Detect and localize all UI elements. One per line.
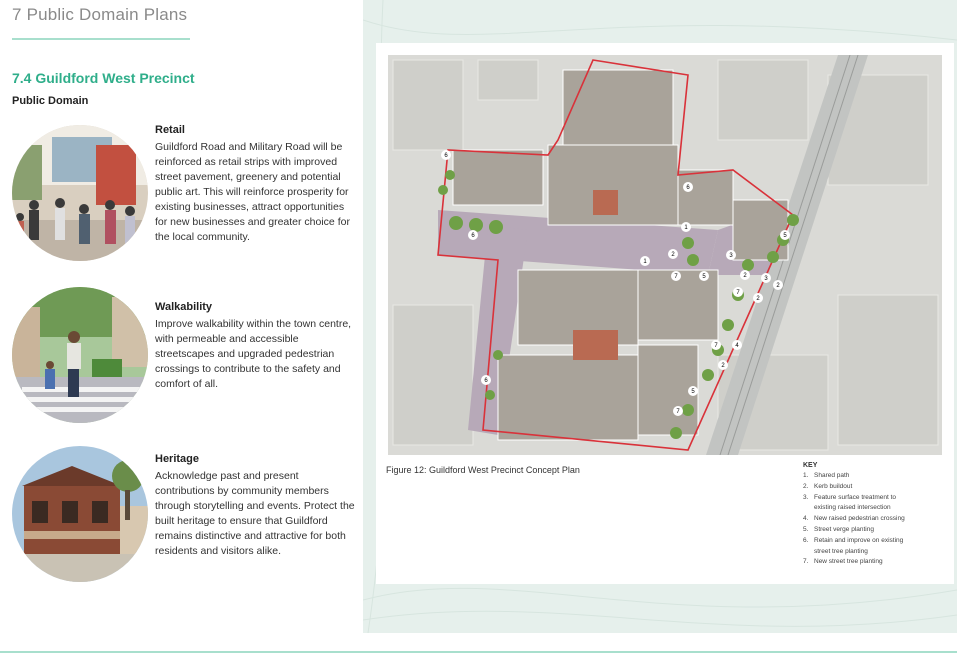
map-marker: 1 xyxy=(640,256,650,266)
map-marker: 2 xyxy=(740,270,750,280)
page-header: 7 Public Domain Plans xyxy=(12,5,188,24)
key-item: 1. Shared path xyxy=(803,472,850,479)
subsection-title: Public Domain xyxy=(12,95,89,107)
map-marker: 5 xyxy=(780,230,790,240)
map-marker: 1 xyxy=(681,222,691,232)
retail-body: Guildford Road and Military Road will be… xyxy=(155,141,350,243)
walkability-body: Improve walkability within the town cent… xyxy=(155,318,352,390)
retail-heading: Retail xyxy=(155,124,185,136)
map-marker: 7 xyxy=(673,406,683,416)
heritage-heading: Heritage xyxy=(155,453,200,465)
section-title: 7.4 Guildford West Precinct xyxy=(12,70,195,86)
heritage-body: Acknowledge past and present contributio… xyxy=(155,470,355,557)
map-marker: 3 xyxy=(761,273,771,283)
map-marker: 6 xyxy=(441,150,451,160)
walkability-text: Walkability Improve walkability within t… xyxy=(155,301,355,392)
key-item: 6. Retain and improve on existing xyxy=(803,536,904,544)
key-item: street tree planting xyxy=(814,547,868,555)
map-marker: 3 xyxy=(726,250,736,260)
header-divider xyxy=(12,38,190,40)
map-marker: 2 xyxy=(773,280,783,290)
key-item: existing raised intersection xyxy=(814,504,891,512)
heritage-text: Heritage Acknowledge past and present co… xyxy=(155,453,355,559)
concept-plan-map: 6 6 6 6 1 1 2 2 2 2 2 3 3 4 5 5 5 7 7 7 xyxy=(388,55,942,455)
walkability-photo xyxy=(12,287,148,423)
footer-divider xyxy=(0,651,957,653)
figure-caption: Figure 12: Guildford West Precinct Conce… xyxy=(386,465,580,475)
map-marker: 6 xyxy=(683,182,693,192)
map-marker: 2 xyxy=(753,293,763,303)
key-item: 7. New street tree planting xyxy=(803,558,883,566)
key-title: KEY xyxy=(803,462,818,469)
map-marker: 5 xyxy=(699,271,709,281)
map-key: KEY 1. Shared path 2. Kerb buildout 3. Feat… xyxy=(803,462,948,568)
key-item: 3. Feature surface treatment to xyxy=(803,493,897,501)
map-marker: 7 xyxy=(711,340,721,350)
retail-block: Retail Guildford Road and Military Road … xyxy=(12,124,357,264)
map-marker: 7 xyxy=(733,287,743,297)
map-marker: 4 xyxy=(732,340,742,350)
map-marker: 2 xyxy=(718,360,728,370)
map-marker: 2 xyxy=(668,249,678,259)
map-marker: 5 xyxy=(688,386,698,396)
walkability-heading: Walkability xyxy=(155,301,213,313)
key-item: 2. Kerb buildout xyxy=(803,482,853,490)
figure-panel: 6 6 6 6 1 1 2 2 2 2 2 3 3 4 5 5 5 7 7 7 xyxy=(363,0,957,633)
figure-card: 6 6 6 6 1 1 2 2 2 2 2 3 3 4 5 5 5 7 7 7 xyxy=(376,43,954,584)
key-item: 5. Street verge planting xyxy=(803,525,874,533)
walkability-block: Walkability Improve walkability within t… xyxy=(12,287,357,441)
heritage-photo xyxy=(12,446,148,582)
retail-text: Retail Guildford Road and Military Road … xyxy=(155,124,355,245)
heritage-block: Heritage Acknowledge past and present co… xyxy=(12,446,357,593)
retail-photo xyxy=(12,125,148,261)
key-item: 4. New raised pedestrian crossing xyxy=(803,515,905,523)
map-marker: 6 xyxy=(468,230,478,240)
map-marker: 7 xyxy=(671,271,681,281)
map-marker: 6 xyxy=(481,375,491,385)
